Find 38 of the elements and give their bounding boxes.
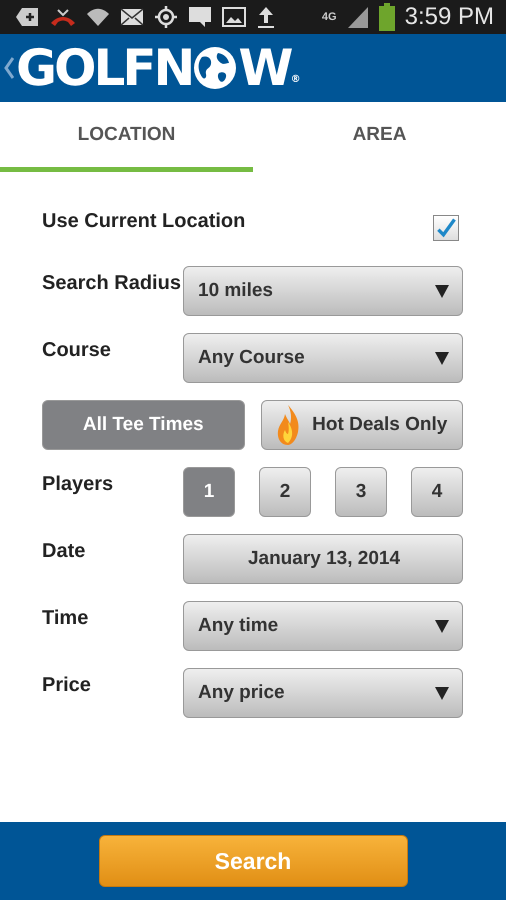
field-label: Course — [42, 338, 112, 362]
dropdown-caret-icon — [434, 685, 450, 701]
player-count-button[interactable]: 2 — [259, 467, 311, 517]
dropdown-caret-icon — [434, 350, 450, 366]
dropdown-caret-icon — [434, 283, 450, 299]
dropdown[interactable]: Any time — [183, 601, 463, 651]
checkbox[interactable] — [433, 215, 459, 241]
player-count-button[interactable]: 1 — [183, 467, 235, 517]
missed-call-icon — [50, 7, 76, 27]
dropdown-caret-icon — [434, 618, 450, 634]
filter-toggle[interactable]: All Tee Times — [42, 400, 244, 450]
location-icon — [154, 5, 178, 29]
upload-icon — [256, 5, 276, 29]
network-label: 4G — [322, 11, 337, 23]
filter-toggle[interactable]: Hot Deals Only — [260, 400, 463, 450]
back-icon[interactable] — [4, 57, 14, 79]
dropdown[interactable]: 10 miles — [183, 266, 463, 316]
dropdown[interactable]: Any Course — [183, 333, 463, 383]
date-button[interactable]: January 13, 2014 — [183, 534, 463, 584]
player-count-button[interactable]: 4 — [411, 467, 463, 517]
field-label: Players — [42, 472, 114, 496]
field-label: Price — [42, 673, 92, 697]
dropdown[interactable]: Any price — [183, 668, 463, 718]
field-label: Use Current Location — [42, 210, 246, 233]
field-label: Search Radius — [42, 271, 182, 295]
wifi-icon — [86, 7, 110, 27]
add-icon — [16, 7, 40, 27]
image-icon — [222, 7, 246, 27]
signal-icon — [346, 5, 369, 29]
field-label: Time — [42, 606, 90, 630]
golfnow-logo: GOLFN W® — [16, 39, 301, 97]
battery-icon — [378, 3, 395, 31]
mail-icon — [120, 8, 144, 26]
player-count-button[interactable]: 3 — [335, 467, 387, 517]
flame-icon — [276, 404, 300, 446]
chat-icon — [188, 6, 212, 28]
status-time: 3:59 PM — [404, 3, 494, 31]
field-label: Date — [42, 539, 86, 563]
